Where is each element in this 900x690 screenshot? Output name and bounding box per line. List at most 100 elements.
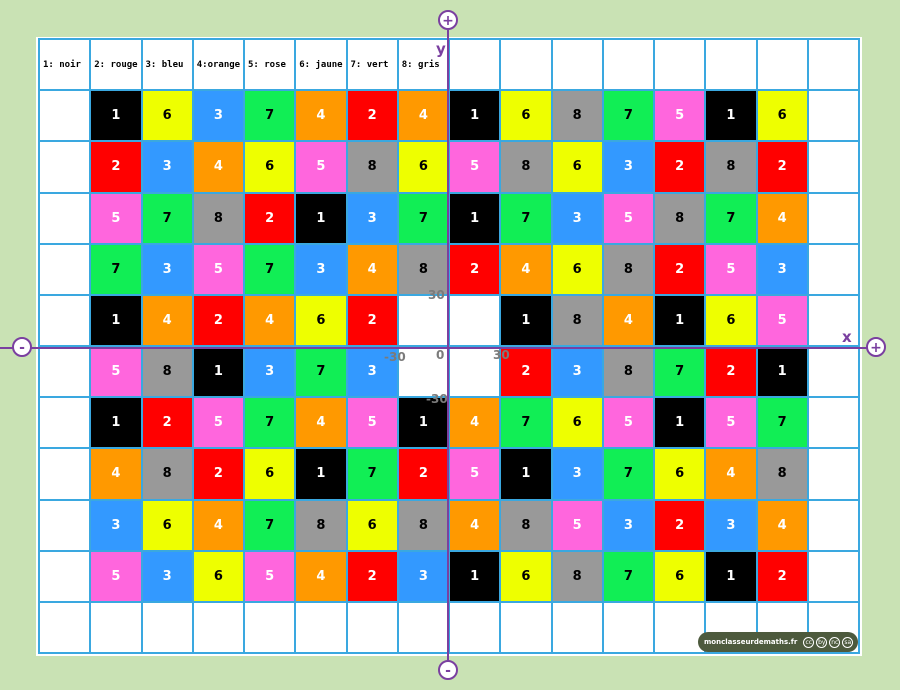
- by-icon: by: [816, 636, 828, 648]
- grid-cell: 7: [142, 193, 194, 245]
- grid-cell-empty: [40, 347, 92, 399]
- grid-cell: 4: [706, 449, 758, 501]
- grid-cell: 6: [655, 449, 707, 501]
- grid-cell-empty: [91, 602, 143, 654]
- zoom-out-y-button[interactable]: -: [438, 660, 458, 680]
- grid-cell-empty: [245, 602, 297, 654]
- grid-cell: 6: [501, 91, 553, 143]
- zoom-in-y-button[interactable]: +: [438, 10, 458, 30]
- grid-cell-empty: [142, 602, 194, 654]
- tick-y-negative: -30: [426, 392, 448, 406]
- grid-cell: 5: [296, 142, 348, 194]
- grid-cell: 1: [91, 398, 143, 450]
- grid-cell-empty: [398, 295, 450, 347]
- grid-cell: 6: [552, 398, 604, 450]
- grid-cell-empty: [347, 602, 399, 654]
- nc-icon: nc: [829, 636, 841, 648]
- grid-cell: 1: [91, 91, 143, 143]
- grid-cell: 5: [91, 347, 143, 399]
- grid-cell-empty: [501, 602, 553, 654]
- grid-cell: 4: [142, 295, 194, 347]
- grid-cell: 8: [296, 500, 348, 552]
- site-badge[interactable]: monclasseurdemaths.fr cc by nc sa: [698, 632, 858, 652]
- grid-cell: 3: [552, 449, 604, 501]
- grid-cell: 8: [603, 244, 655, 296]
- grid-cell-empty: [757, 40, 809, 92]
- coloring-grid: 1: noir 2: rouge 3: bleu 4:orange 5: rose 6: …: [38, 38, 860, 654]
- grid-cell: 7: [501, 193, 553, 245]
- grid-cell: 1: [706, 91, 758, 143]
- grid-cell: 8: [552, 91, 604, 143]
- grid-cell: 4: [603, 295, 655, 347]
- grid-cell-empty: [40, 449, 92, 501]
- grid-cell: 1: [501, 295, 553, 347]
- cc-icon: cc: [803, 636, 815, 648]
- grid-cell: 7: [245, 244, 297, 296]
- grid-cell: 6: [245, 449, 297, 501]
- grid-cell: 7: [603, 91, 655, 143]
- grid-cell: 7: [91, 244, 143, 296]
- grid-cell: 3: [603, 142, 655, 194]
- grid-cell: 1: [450, 193, 502, 245]
- tick-x-negative: -30: [384, 350, 406, 364]
- grid-cell: 1: [296, 449, 348, 501]
- grid-cell: 5: [450, 449, 502, 501]
- zoom-in-x-button[interactable]: +: [866, 337, 886, 357]
- grid-cell-empty: [603, 40, 655, 92]
- grid-cell-empty: [40, 244, 92, 296]
- grid-cell: 7: [296, 347, 348, 399]
- grid-cell: 6: [347, 500, 399, 552]
- grid-cell-empty: [450, 602, 502, 654]
- grid-cell: 4: [245, 295, 297, 347]
- grid-cell: 7: [655, 347, 707, 399]
- grid-cell: 2: [655, 142, 707, 194]
- grid-cell: 5: [655, 91, 707, 143]
- grid-cell-empty: [603, 602, 655, 654]
- grid-cell: 7: [347, 449, 399, 501]
- grid-cell-empty: [40, 500, 92, 552]
- grid-cell: 8: [655, 193, 707, 245]
- grid-cell: 7: [603, 449, 655, 501]
- grid-cell: 6: [296, 295, 348, 347]
- grid-cell: 5: [91, 551, 143, 603]
- grid-cell-empty: [808, 91, 860, 143]
- grid-cell: 6: [552, 142, 604, 194]
- grid-cell: 2: [347, 91, 399, 143]
- grid-cell: 4: [91, 449, 143, 501]
- grid-cell: 3: [245, 347, 297, 399]
- grid-cell-empty: [193, 602, 245, 654]
- grid-cell: 5: [450, 142, 502, 194]
- grid-cell: 2: [245, 193, 297, 245]
- grid-cell: 3: [706, 500, 758, 552]
- grid-cell: 2: [757, 551, 809, 603]
- legend-item: 6: jaune: [296, 40, 348, 92]
- sa-icon: sa: [842, 636, 854, 648]
- grid-cell: 1: [296, 193, 348, 245]
- grid-cell: 4: [296, 398, 348, 450]
- grid-cell: 5: [757, 295, 809, 347]
- grid-cell: 8: [347, 142, 399, 194]
- grid-cell: 3: [347, 193, 399, 245]
- grid-cell: 7: [398, 193, 450, 245]
- grid-cell: 7: [501, 398, 553, 450]
- grid-cell: 8: [142, 449, 194, 501]
- grid-cell: 7: [245, 91, 297, 143]
- grid-cell: 4: [757, 193, 809, 245]
- grid-cell: 6: [245, 142, 297, 194]
- grid-cell: 7: [245, 500, 297, 552]
- tick-x-positive: 30: [493, 348, 510, 362]
- x-axis-label: x: [842, 328, 852, 346]
- grid-cell: 6: [757, 91, 809, 143]
- grid-cell-empty: [808, 551, 860, 603]
- grid-cell-empty: [40, 602, 92, 654]
- zoom-out-x-button[interactable]: -: [12, 337, 32, 357]
- grid-cell: 2: [193, 449, 245, 501]
- grid-cell: 4: [757, 500, 809, 552]
- grid-cell: 1: [501, 449, 553, 501]
- grid-cell: 8: [398, 500, 450, 552]
- grid-cell: 2: [450, 244, 502, 296]
- grid-cell: 3: [193, 91, 245, 143]
- legend-item: 5: rose: [245, 40, 297, 92]
- grid-cell: 5: [706, 244, 758, 296]
- legend-item: 2: rouge: [91, 40, 143, 92]
